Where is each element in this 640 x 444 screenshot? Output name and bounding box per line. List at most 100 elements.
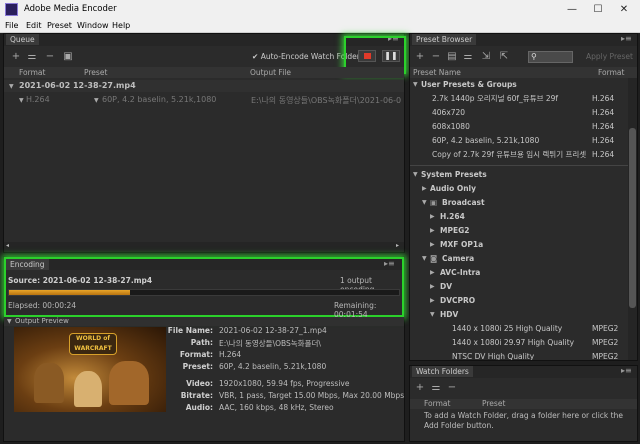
- collapse-icon: ▶: [430, 227, 435, 234]
- watch-tab-bar: Watch Folders ▸≡: [410, 366, 637, 378]
- horizontal-scrollbar[interactable]: ◂ ▸: [4, 242, 404, 252]
- expand-icon[interactable]: ▼: [9, 83, 14, 90]
- preset-item[interactable]: 406x720 H.264: [410, 106, 626, 120]
- output-preview-header[interactable]: ▼ Output Preview: [4, 317, 404, 326]
- preset-category[interactable]: ▶ DV: [410, 280, 626, 294]
- panel-menu-icon[interactable]: ▸≡: [384, 259, 395, 268]
- col-format[interactable]: Format: [424, 399, 450, 408]
- preset-browser-panel: Preset Browser ▸≡ + − ▤ ⚌ ⇲ ⇱ ⚲ Apply Pr…: [409, 33, 638, 361]
- queue-item-output[interactable]: ▼ H.264 ▼ 60P, 4.2 baselin, 5.21k,1080 E…: [4, 94, 404, 106]
- preset-category[interactable]: ▶ MPEG2: [410, 224, 626, 238]
- output-preset[interactable]: 60P, 4.2 baselin, 5.21k,1080: [102, 95, 216, 104]
- settings-icon[interactable]: ⚌: [26, 51, 38, 63]
- add-folder-icon[interactable]: +: [414, 382, 426, 394]
- col-preset[interactable]: Preset: [482, 399, 505, 408]
- preset-item[interactable]: NTSC DV High Quality MPEG2: [410, 350, 626, 360]
- add-source-icon[interactable]: +: [10, 51, 22, 63]
- minimize-button[interactable]: —: [560, 2, 584, 17]
- preset-item[interactable]: Copy of 2.7k 29f 유튜브용 임시 렉튀기 프리셋: [410, 148, 586, 162]
- output-format[interactable]: H.264: [26, 95, 50, 104]
- preset-category[interactable]: ▼ HDV: [410, 308, 626, 322]
- preset-item[interactable]: 2.7k 1440p 오리지널 60f_유튜브 29f H.264: [410, 92, 626, 106]
- character-figure: [109, 361, 149, 405]
- preset-item[interactable]: 60P, 4.2 baselin, 5.21k,1080 H.264: [410, 134, 626, 148]
- menu-file[interactable]: File: [5, 21, 18, 30]
- preset-group-user[interactable]: ▼ User Presets & Groups: [410, 78, 626, 92]
- col-preset-name[interactable]: Preset Name: [413, 68, 461, 77]
- detail-file-name: File Name: 2021-06-02 12-38-27_1.mp4: [167, 326, 327, 335]
- preset-category[interactable]: ▶ MXF OP1a: [410, 238, 626, 252]
- remove-preset-icon[interactable]: −: [430, 51, 442, 63]
- tab-preset-browser[interactable]: Preset Browser: [412, 34, 477, 45]
- col-format[interactable]: Format: [598, 68, 624, 77]
- settings-icon[interactable]: ⚌: [462, 51, 474, 63]
- close-button[interactable]: ✕: [612, 2, 636, 17]
- checkbox-icon: ✔: [252, 52, 259, 61]
- elapsed-time: Elapsed: 00:00:24: [8, 301, 77, 310]
- pause-icon: ❚❚: [384, 51, 398, 60]
- collapse-icon[interactable]: ▼: [7, 318, 12, 325]
- preset-category[interactable]: ▶ Audio Only: [410, 182, 626, 196]
- col-output[interactable]: Output File: [250, 68, 291, 77]
- col-format[interactable]: Format: [19, 68, 45, 77]
- collapse-icon: ▶: [430, 213, 435, 220]
- tab-encoding[interactable]: Encoding: [6, 259, 49, 270]
- preset-category[interactable]: ▼ ▣ Broadcast: [410, 196, 626, 210]
- detail-audio: Audio: AAC, 160 kbps, 48 kHz, Stereo: [185, 403, 334, 412]
- game-logo: WORLD of WARCRAFT: [69, 333, 117, 355]
- expand-icon: ▼: [413, 81, 418, 88]
- duplicate-icon[interactable]: ▣: [62, 51, 74, 63]
- preset-group-system[interactable]: ▼ System Presets: [410, 168, 626, 182]
- preset-tab-bar: Preset Browser ▸≡: [410, 34, 637, 46]
- panel-menu-icon[interactable]: ▸≡: [621, 34, 632, 43]
- stop-button[interactable]: [358, 50, 376, 62]
- maximize-button[interactable]: ☐: [586, 2, 610, 17]
- menu-window[interactable]: Window: [77, 21, 109, 30]
- queue-item[interactable]: ▼ 2021-06-02 12-38-27.mp4: [4, 80, 404, 92]
- preset-category[interactable]: ▼ ◙ Camera: [410, 252, 626, 266]
- scrollbar-thumb[interactable]: [629, 128, 636, 308]
- preset-category[interactable]: ▶ DVCPRO: [410, 294, 626, 308]
- preset-category[interactable]: ▶ H.264: [410, 210, 626, 224]
- output-file-path[interactable]: E:\나의 동영상들\OBS녹화폴더\2021-06-0: [251, 95, 403, 106]
- scroll-left-icon[interactable]: ◂: [6, 242, 9, 249]
- remove-icon[interactable]: −: [44, 51, 56, 63]
- tab-watch-folders[interactable]: Watch Folders: [412, 366, 473, 377]
- expand-icon: ▼: [422, 255, 427, 262]
- preset-item[interactable]: 608x1080 H.264: [410, 120, 626, 134]
- settings-icon[interactable]: ⚌: [430, 382, 442, 394]
- export-icon[interactable]: ⇱: [498, 51, 510, 63]
- window-title: Adobe Media Encoder: [24, 4, 117, 14]
- encoding-panel: Encoding ▸≡ Source: 2021-06-02 12-38-27.…: [3, 256, 405, 442]
- scroll-right-icon[interactable]: ▸: [396, 242, 399, 249]
- encoding-tab-bar: Encoding ▸≡: [6, 259, 402, 270]
- menu-preset[interactable]: Preset: [47, 21, 72, 30]
- import-icon[interactable]: ⇲: [480, 51, 492, 63]
- panel-menu-icon[interactable]: ▸≡: [621, 366, 632, 375]
- col-preset[interactable]: Preset: [84, 68, 107, 77]
- apply-preset-button[interactable]: Apply Preset: [586, 52, 633, 61]
- preset-item[interactable]: 1440 x 1080i 25 High Quality MPEG2: [410, 322, 626, 336]
- menu-edit[interactable]: Edit: [26, 21, 42, 30]
- menu-bar: File Edit Preset Window Help: [0, 19, 640, 33]
- new-group-icon[interactable]: ▤: [446, 51, 458, 63]
- expand-icon: ▼: [422, 199, 427, 206]
- progress-bar: [8, 289, 400, 296]
- search-input[interactable]: ⚲: [528, 51, 573, 63]
- search-icon: ⚲: [531, 52, 537, 61]
- collapse-icon: ▶: [430, 297, 435, 304]
- dropdown-icon[interactable]: ▼: [19, 97, 24, 104]
- menu-help[interactable]: Help: [112, 21, 130, 30]
- add-preset-icon[interactable]: +: [414, 51, 426, 63]
- pause-button[interactable]: ❚❚: [382, 50, 400, 62]
- preset-category[interactable]: ▶ AVC-Intra: [410, 266, 626, 280]
- character-figure: [74, 371, 102, 407]
- dropdown-icon[interactable]: ▼: [94, 97, 99, 104]
- tab-queue[interactable]: Queue: [6, 34, 39, 45]
- vertical-scrollbar[interactable]: [628, 78, 637, 360]
- collapse-icon: ▶: [430, 241, 435, 248]
- preset-item[interactable]: 1440 x 1080i 29.97 High Quality MPEG2: [410, 336, 626, 350]
- app-icon: [5, 3, 18, 16]
- remove-folder-icon[interactable]: −: [446, 382, 458, 394]
- broadcast-icon: ▣: [430, 198, 438, 207]
